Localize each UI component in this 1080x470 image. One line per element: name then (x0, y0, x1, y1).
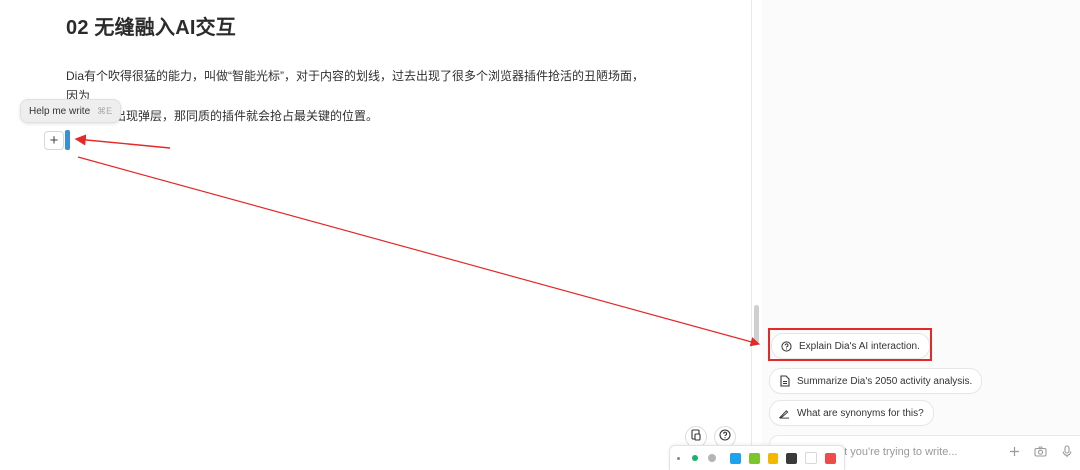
annotation-arrows (74, 134, 761, 347)
annotation-arrow-to-cursor (74, 134, 171, 149)
annotation-arrow-to-suggestion (77, 156, 761, 347)
